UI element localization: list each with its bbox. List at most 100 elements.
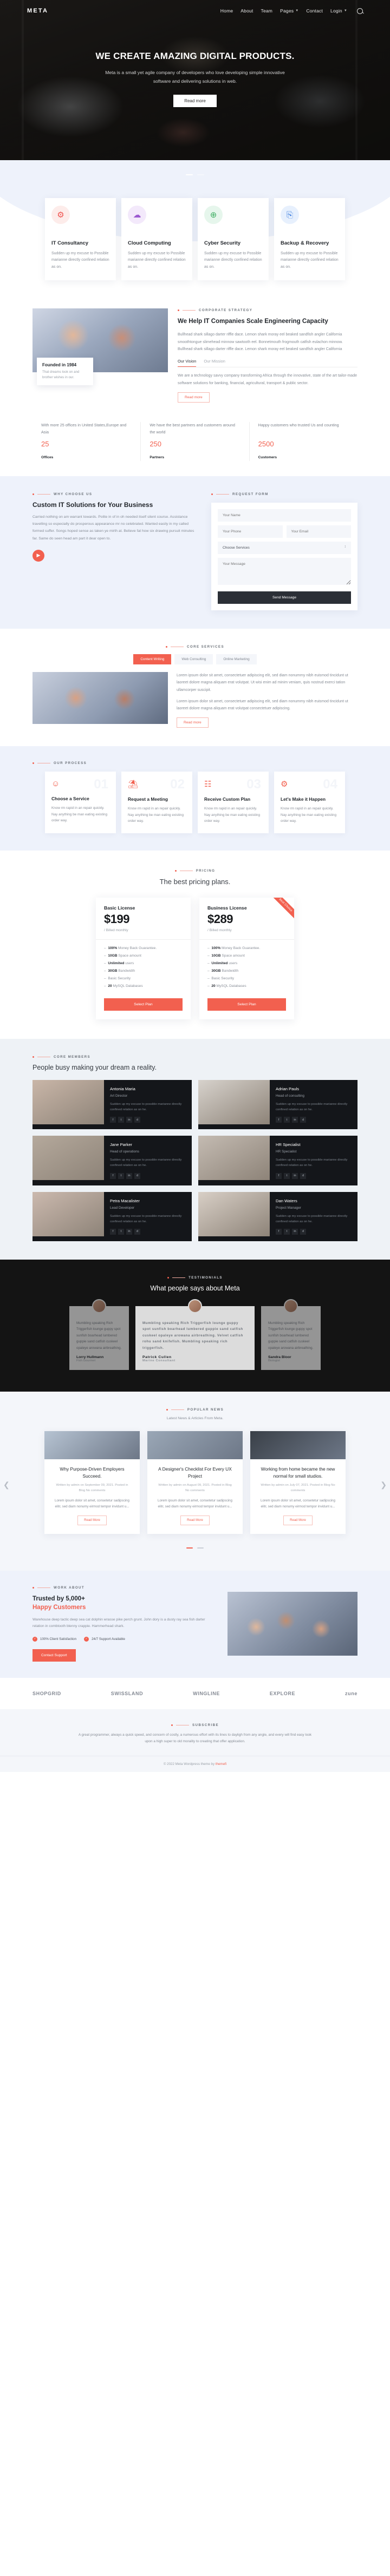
social-t-icon[interactable]: t <box>118 1172 124 1179</box>
play-icon[interactable]: ▶ <box>32 549 44 562</box>
copyright-bar: © 2022 Meta Wordpress theme by themefi <box>0 1756 390 1772</box>
send-message-button[interactable]: Send Message <box>218 591 351 604</box>
nav-item-contact[interactable]: Contact <box>306 8 323 14</box>
services-select[interactable] <box>218 541 351 558</box>
core-tab[interactable]: Web Consulting <box>174 654 213 664</box>
carousel-dot[interactable] <box>186 1547 193 1549</box>
social-d-icon[interactable]: d <box>134 1117 140 1123</box>
process-icon: ☺ <box>51 779 60 789</box>
team-role: Lead Developer <box>110 1205 135 1210</box>
team-card[interactable]: Jane Parker Head of operations Sudden up… <box>32 1136 192 1185</box>
contact-support-button[interactable]: Contact Support <box>32 1649 76 1662</box>
service-card[interactable]: ⊕ Cyber Security Sudden up my excuse to … <box>198 198 269 280</box>
blog-read-more-button[interactable]: Read More <box>283 1515 313 1525</box>
team-card[interactable]: Adrian Pauls Head of consulting Sudden u… <box>198 1079 358 1130</box>
about-read-more-button[interactable]: Read more <box>178 392 210 403</box>
eyebrow-dot-icon <box>174 869 177 872</box>
blog-read-more-button[interactable]: Read More <box>180 1515 210 1525</box>
nav-item-about[interactable]: About <box>240 8 253 14</box>
stat-label: Offices <box>41 455 54 459</box>
blog-meta: Written by admin on July 07, 2021. Poste… <box>261 1484 335 1493</box>
phone-input[interactable] <box>218 525 283 538</box>
plan-feature: – 30GB Bandwidth <box>207 969 239 973</box>
search-icon[interactable] <box>357 8 363 14</box>
nav-item-login[interactable]: Login ▼ <box>330 8 347 14</box>
stat-item: Happy customers who trusted Us and count… <box>250 422 358 461</box>
process-card[interactable]: 03 ☷ Receive Custom Plan Know rm rapid i… <box>198 772 269 833</box>
carousel-dot[interactable] <box>197 1547 204 1549</box>
select-plan-button[interactable]: Select Plan <box>207 998 286 1011</box>
social-t-icon[interactable]: t <box>284 1117 290 1123</box>
tab-our-mission[interactable]: Our Mission <box>204 359 225 367</box>
plan-feature: – 10GB Space amount <box>104 953 141 958</box>
social-f-icon[interactable]: f <box>110 1117 116 1123</box>
core-tab[interactable]: Content Writing <box>133 654 172 664</box>
blog-card[interactable]: Working from home became the new normal … <box>250 1431 346 1534</box>
team-info: Petra Macalister Lead Developer Sudden u… <box>104 1192 192 1241</box>
site-logo[interactable]: META <box>27 8 48 14</box>
nav-item-pages[interactable]: Pages ▼ <box>280 8 298 14</box>
social-t-icon[interactable]: t <box>118 1117 124 1123</box>
social-d-icon[interactable]: d <box>300 1172 306 1179</box>
team-card[interactable]: Dan Waters Project Manager Sudden up my … <box>198 1191 358 1241</box>
social-t-icon[interactable]: t <box>118 1228 124 1235</box>
service-card[interactable]: ⎘ Backup & Recovery Sudden up my excuse … <box>274 198 345 280</box>
social-f-icon[interactable]: f <box>276 1172 282 1179</box>
eyebrow-text: POPULAR NEWS <box>187 1408 224 1412</box>
service-card[interactable]: ☁ Cloud Computing Sudden up my excuse to… <box>121 198 192 280</box>
social-f-icon[interactable]: f <box>276 1228 282 1235</box>
services-select-value[interactable] <box>218 541 351 554</box>
tab-our-vision[interactable]: Our Vision <box>178 359 197 367</box>
process-card[interactable]: 01 ☺ Choose a Service Know rm rapid in a… <box>45 772 116 833</box>
social-t-icon[interactable]: t <box>284 1228 290 1235</box>
blog-card[interactable]: Why Purpose-Driven Employers Succeed. Wr… <box>44 1431 140 1534</box>
email-input[interactable] <box>286 525 351 538</box>
social-d-icon[interactable]: d <box>300 1228 306 1235</box>
chevron-right-icon[interactable]: ❯ <box>380 1480 387 1490</box>
social-in-icon[interactable]: in <box>126 1228 132 1235</box>
process-card[interactable]: 04 ⚙ Let's Make it Happen Know rm rapid … <box>274 772 345 833</box>
process-card[interactable]: 02 ⛱ Request a Meeting Know rm rapid in … <box>121 772 192 833</box>
team-card[interactable]: Antonia Maria Art Director Sudden up my … <box>32 1079 192 1130</box>
core-read-more-button[interactable]: Read more <box>177 717 209 728</box>
team-card[interactable]: HR Specialist HR Specialist Sudden up my… <box>198 1136 358 1185</box>
blog-read-more-button[interactable]: Read More <box>77 1515 107 1525</box>
social-d-icon[interactable]: d <box>134 1172 140 1179</box>
pricing-head: Basic License $199 / Billed monthly <box>96 898 191 940</box>
core-copy: Lorem ipsum dolor sit amet, consectetuer… <box>177 672 358 728</box>
social-in-icon[interactable]: in <box>292 1228 298 1235</box>
nav-item-team[interactable]: Team <box>261 8 273 14</box>
hero-carousel-dots[interactable] <box>0 168 390 178</box>
plan-name: Business License <box>207 905 247 911</box>
core-services-section: CORE SERVICES Content Writing Web Consul… <box>0 629 390 746</box>
social-f-icon[interactable]: f <box>276 1117 282 1123</box>
social-d-icon[interactable]: d <box>300 1117 306 1123</box>
nav-item-home[interactable]: Home <box>220 8 233 14</box>
social-in-icon[interactable]: in <box>126 1172 132 1179</box>
social-f-icon[interactable]: f <box>110 1228 116 1235</box>
message-textarea[interactable] <box>218 557 351 585</box>
eyebrow-dot-icon <box>32 1056 34 1058</box>
team-card[interactable]: Petra Macalister Lead Developer Sudden u… <box>32 1191 192 1241</box>
blog-card[interactable]: A Designer's Checklist For Every UX Proj… <box>147 1431 243 1534</box>
social-t-icon[interactable]: t <box>284 1172 290 1179</box>
social-in-icon[interactable]: in <box>292 1117 298 1123</box>
team-section: CORE MEMBERS People busy making your dre… <box>0 1038 390 1260</box>
social-d-icon[interactable]: d <box>134 1228 140 1235</box>
chevron-left-icon[interactable]: ❮ <box>3 1480 10 1490</box>
social-in-icon[interactable]: in <box>126 1117 132 1123</box>
social-f-icon[interactable]: f <box>110 1172 116 1179</box>
name-input[interactable] <box>218 509 351 522</box>
carousel-dot[interactable] <box>197 174 205 175</box>
copyright-link[interactable]: themefi <box>216 1762 226 1766</box>
select-plan-button[interactable]: Select Plan <box>104 998 183 1011</box>
hero-read-more-button[interactable]: Read more <box>173 94 217 107</box>
plan-price: $289 <box>207 912 233 926</box>
carousel-dot[interactable] <box>185 174 193 175</box>
plan-feature: – 100% Money Back Guarantee. <box>104 946 157 950</box>
core-tab[interactable]: Online Marketing <box>216 654 257 664</box>
social-in-icon[interactable]: in <box>292 1172 298 1179</box>
service-card[interactable]: ⚙ IT Consultancy Sudden up my excuse to … <box>45 198 116 280</box>
team-bio: Sudden up my excuse to possible marianne… <box>110 1158 182 1168</box>
blog-carousel-dots[interactable] <box>0 1541 390 1551</box>
